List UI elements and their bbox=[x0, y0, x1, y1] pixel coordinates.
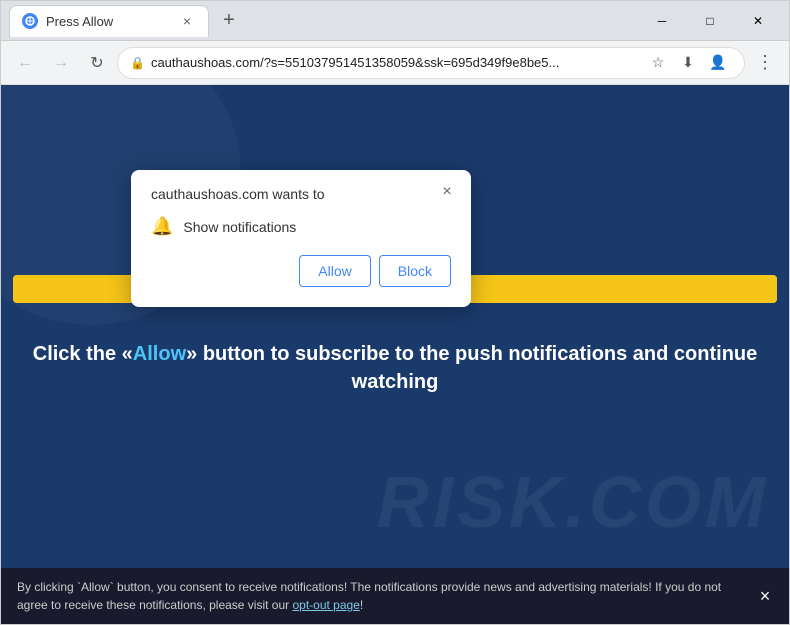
tab-close-button[interactable]: × bbox=[178, 12, 196, 30]
tab-favicon bbox=[22, 13, 38, 29]
permission-label: Show notifications bbox=[183, 219, 296, 235]
refresh-button[interactable]: ↻ bbox=[81, 47, 113, 79]
cta-text-before: Click the « bbox=[33, 343, 133, 365]
tab-title: Press Allow bbox=[46, 14, 113, 29]
window-controls: ─ □ ✕ bbox=[639, 5, 781, 37]
consent-text-after: ! bbox=[360, 598, 363, 612]
dialog-close-button[interactable]: × bbox=[435, 180, 459, 204]
nav-bar: ← → ↻ 🔒 cauthaushoas.com/?s=551037951451… bbox=[1, 41, 789, 85]
opt-out-link[interactable]: opt-out page bbox=[292, 598, 359, 612]
forward-button[interactable]: → bbox=[45, 47, 77, 79]
consent-close-button[interactable]: × bbox=[753, 584, 777, 608]
address-bar[interactable]: 🔒 cauthaushoas.com/?s=551037951451358059… bbox=[117, 47, 745, 79]
cta-allow-text: Allow bbox=[133, 343, 186, 365]
menu-button[interactable]: ⋮ bbox=[749, 47, 781, 79]
bookmark-button[interactable]: ☆ bbox=[644, 49, 672, 77]
dialog-title: cauthaushoas.com wants to bbox=[151, 186, 451, 202]
block-button[interactable]: Block bbox=[379, 255, 451, 287]
cta-text-after: » button to subscribe to the push notifi… bbox=[186, 343, 757, 393]
watermark: RISK.COM bbox=[377, 462, 769, 544]
profile-button[interactable]: 👤 bbox=[704, 49, 732, 77]
allow-button[interactable]: Allow bbox=[299, 255, 370, 287]
dialog-buttons: Allow Block bbox=[151, 255, 451, 287]
notification-dialog: × cauthaushoas.com wants to 🔔 Show notif… bbox=[131, 170, 471, 307]
browser-window: Press Allow × + ─ □ ✕ ← → ↻ 🔒 cauthausho… bbox=[0, 0, 790, 625]
address-text: cauthaushoas.com/?s=551037951451358059&s… bbox=[151, 55, 638, 70]
address-actions: ☆ ⬇ 👤 bbox=[644, 49, 732, 77]
cta-text: Click the «Allow» button to subscribe to… bbox=[31, 340, 759, 396]
close-button[interactable]: ✕ bbox=[735, 5, 781, 37]
consent-text-before: By clicking `Allow` button, you consent … bbox=[17, 580, 721, 612]
maximize-button[interactable]: □ bbox=[687, 5, 733, 37]
back-button[interactable]: ← bbox=[9, 47, 41, 79]
cta-container: Click the «Allow» button to subscribe to… bbox=[1, 320, 789, 416]
minimize-button[interactable]: ─ bbox=[639, 5, 685, 37]
active-tab[interactable]: Press Allow × bbox=[9, 5, 209, 37]
new-tab-button[interactable]: + bbox=[215, 7, 243, 35]
permission-row: 🔔 Show notifications bbox=[151, 216, 451, 237]
title-bar: Press Allow × + ─ □ ✕ bbox=[1, 1, 789, 41]
download-button[interactable]: ⬇ bbox=[674, 49, 702, 77]
lock-icon: 🔒 bbox=[130, 56, 145, 70]
tab-bar: Press Allow × + bbox=[9, 5, 631, 37]
consent-bar: By clicking `Allow` button, you consent … bbox=[1, 568, 789, 624]
bell-icon: 🔔 bbox=[151, 216, 173, 237]
page-content: × cauthaushoas.com wants to 🔔 Show notif… bbox=[1, 85, 789, 624]
